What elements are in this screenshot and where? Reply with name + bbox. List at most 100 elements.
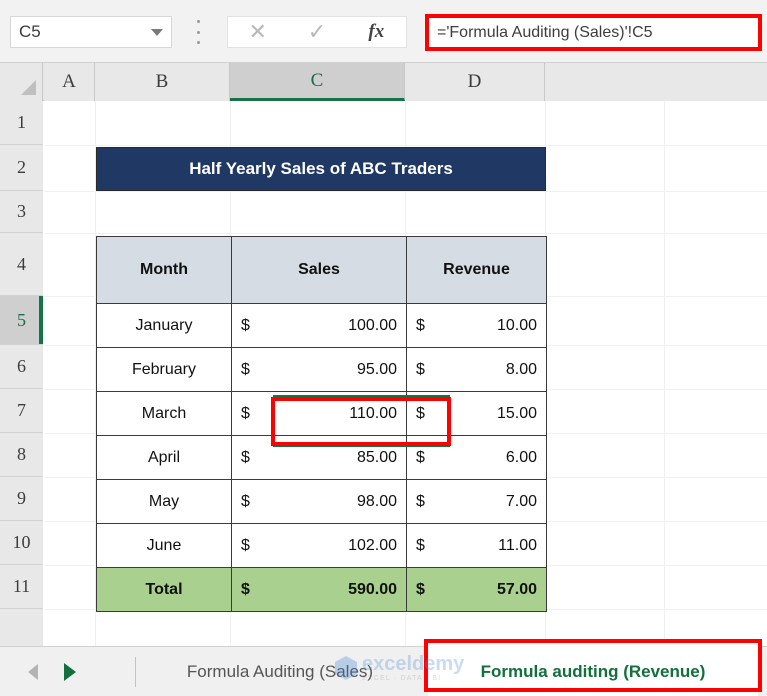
cell-value: 8.00 bbox=[505, 360, 537, 378]
row-header-6[interactable]: 6 bbox=[0, 345, 43, 389]
sheet-title-banner: Half Yearly Sales of ABC Traders bbox=[96, 147, 546, 191]
cell-revenue[interactable]: $ 15.00 bbox=[406, 391, 547, 436]
cell-value: 85.00 bbox=[356, 448, 397, 466]
cell-value: 110.00 bbox=[349, 404, 397, 422]
row-header-empty[interactable] bbox=[0, 609, 43, 646]
checkmark-icon: ✓ bbox=[307, 19, 327, 44]
formula-bar-strip: C5 ✕ ✓ fx ='Formula Auditing (Sales)'!C5 bbox=[0, 0, 767, 63]
cell-sales[interactable]: $ 100.00 bbox=[231, 303, 407, 348]
select-all-triangle-icon bbox=[21, 80, 36, 95]
cell-value: 98.00 bbox=[356, 492, 397, 510]
fx-icon: fx bbox=[368, 21, 385, 42]
currency-symbol: $ bbox=[416, 580, 425, 598]
cell-value: 57.00 bbox=[496, 580, 537, 598]
cell-value: 6.00 bbox=[505, 448, 537, 466]
cell-value: 102.00 bbox=[348, 536, 397, 554]
row-header-10[interactable]: 10 bbox=[0, 521, 43, 565]
select-all-corner[interactable] bbox=[0, 63, 43, 101]
currency-symbol: $ bbox=[241, 360, 250, 378]
currency-symbol: $ bbox=[416, 360, 425, 378]
currency-symbol: $ bbox=[416, 448, 425, 466]
chevron-down-icon[interactable] bbox=[151, 28, 163, 36]
row-header-11[interactable]: 11 bbox=[0, 565, 43, 609]
cell-value: 7.00 bbox=[505, 492, 537, 510]
name-box-value: C5 bbox=[19, 22, 41, 41]
cell-revenue[interactable]: $ 8.00 bbox=[406, 347, 547, 392]
arrow-left-icon[interactable] bbox=[28, 664, 38, 680]
cell-revenue[interactable]: $ 6.00 bbox=[406, 435, 547, 480]
table-row[interactable]: January $ 100.00 $ 10.00 bbox=[96, 303, 547, 348]
formula-action-buttons: ✕ ✓ fx bbox=[227, 16, 407, 48]
currency-symbol: $ bbox=[241, 448, 250, 466]
row-header-5[interactable]: 5 bbox=[0, 296, 43, 345]
row-header-3[interactable]: 3 bbox=[0, 191, 43, 233]
row-header-band: 1 2 3 4 5 6 7 8 9 10 11 bbox=[0, 101, 43, 646]
formula-bar-drag-handle[interactable] bbox=[196, 20, 201, 44]
worksheet-grid[interactable]: Half Yearly Sales of ABC Traders Month S… bbox=[44, 101, 767, 646]
cell-sales[interactable]: $ 85.00 bbox=[231, 435, 407, 480]
cell-month[interactable]: February bbox=[96, 347, 232, 392]
column-header-month: Month bbox=[96, 236, 232, 304]
row-header-2[interactable]: 2 bbox=[0, 145, 43, 191]
column-header-c[interactable]: C bbox=[230, 63, 405, 101]
currency-symbol: $ bbox=[416, 316, 425, 334]
cell-month[interactable]: May bbox=[96, 479, 232, 524]
currency-symbol: $ bbox=[241, 316, 250, 334]
cell-value: 95.00 bbox=[356, 360, 397, 378]
table-row[interactable]: April $ 85.00 $ 6.00 bbox=[96, 435, 547, 480]
table-row[interactable]: February $ 95.00 $ 8.00 bbox=[96, 347, 547, 392]
row-header-7[interactable]: 7 bbox=[0, 389, 43, 433]
cell-month[interactable]: June bbox=[96, 523, 232, 568]
row-header-8[interactable]: 8 bbox=[0, 433, 43, 477]
sheet-tab-formula-auditing-sales[interactable]: Formula Auditing (Sales) bbox=[150, 647, 410, 696]
column-header-empty[interactable] bbox=[545, 63, 767, 101]
column-header-d[interactable]: D bbox=[405, 63, 545, 101]
arrow-right-icon[interactable] bbox=[64, 663, 76, 681]
row-header-4[interactable]: 4 bbox=[0, 233, 43, 296]
cell-month[interactable]: April bbox=[96, 435, 232, 480]
sales-data-table: Month Sales Revenue January $ 100.00 $ 1… bbox=[96, 236, 547, 612]
cell-sales[interactable]: $ 98.00 bbox=[231, 479, 407, 524]
formula-input-annotation-box: ='Formula Auditing (Sales)'!C5 bbox=[425, 14, 762, 51]
table-header-row: Month Sales Revenue bbox=[96, 236, 547, 304]
currency-symbol: $ bbox=[241, 536, 250, 554]
cell-value: 11.00 bbox=[498, 536, 537, 554]
cell-total-label[interactable]: Total bbox=[96, 567, 232, 612]
insert-function-button[interactable]: fx bbox=[354, 17, 398, 47]
cell-value: 590.00 bbox=[348, 580, 397, 598]
tab-bar-divider bbox=[135, 657, 136, 687]
name-box[interactable]: C5 bbox=[10, 16, 172, 48]
cell-total-revenue[interactable]: $ 57.00 bbox=[406, 567, 547, 612]
enter-formula-button[interactable]: ✓ bbox=[295, 17, 339, 47]
row-header-9[interactable]: 9 bbox=[0, 477, 43, 521]
cell-total-sales[interactable]: $ 590.00 bbox=[231, 567, 407, 612]
gridline bbox=[44, 191, 767, 192]
cell-sales[interactable]: $ 102.00 bbox=[231, 523, 407, 568]
table-row[interactable]: May $ 98.00 $ 7.00 bbox=[96, 479, 547, 524]
column-header-sales: Sales bbox=[231, 236, 407, 304]
cell-sales[interactable]: $ 95.00 bbox=[231, 347, 407, 392]
cell-revenue[interactable]: $ 10.00 bbox=[406, 303, 547, 348]
cell-revenue[interactable]: $ 11.00 bbox=[406, 523, 547, 568]
table-total-row[interactable]: Total $ 590.00 $ 57.00 bbox=[96, 567, 547, 612]
currency-symbol: $ bbox=[416, 492, 425, 510]
row-header-1[interactable]: 1 bbox=[0, 101, 43, 145]
formula-input[interactable]: ='Formula Auditing (Sales)'!C5 bbox=[429, 18, 758, 47]
table-row[interactable]: June $ 102.00 $ 11.00 bbox=[96, 523, 547, 568]
sheet-tab-formula-auditing-revenue[interactable]: Formula auditing (Revenue) bbox=[428, 647, 758, 696]
cell-value: 15.00 bbox=[496, 404, 537, 422]
cancel-formula-button[interactable]: ✕ bbox=[236, 17, 280, 47]
cell-month[interactable]: January bbox=[96, 303, 232, 348]
gridline bbox=[44, 145, 767, 146]
cell-month[interactable]: March bbox=[96, 391, 232, 436]
close-x-icon: ✕ bbox=[248, 19, 267, 44]
cell-value: 10.00 bbox=[496, 316, 537, 334]
table-row[interactable]: March $ 110.00 $ 15.00 bbox=[96, 391, 547, 436]
currency-symbol: $ bbox=[241, 492, 250, 510]
cell-revenue[interactable]: $ 7.00 bbox=[406, 479, 547, 524]
column-header-b[interactable]: B bbox=[95, 63, 230, 101]
currency-symbol: $ bbox=[416, 404, 425, 422]
excel-window: C5 ✕ ✓ fx ='Formula Auditing (Sales)'!C5… bbox=[0, 0, 767, 696]
column-header-a[interactable]: A bbox=[44, 63, 95, 101]
cell-sales[interactable]: $ 110.00 bbox=[231, 391, 407, 436]
